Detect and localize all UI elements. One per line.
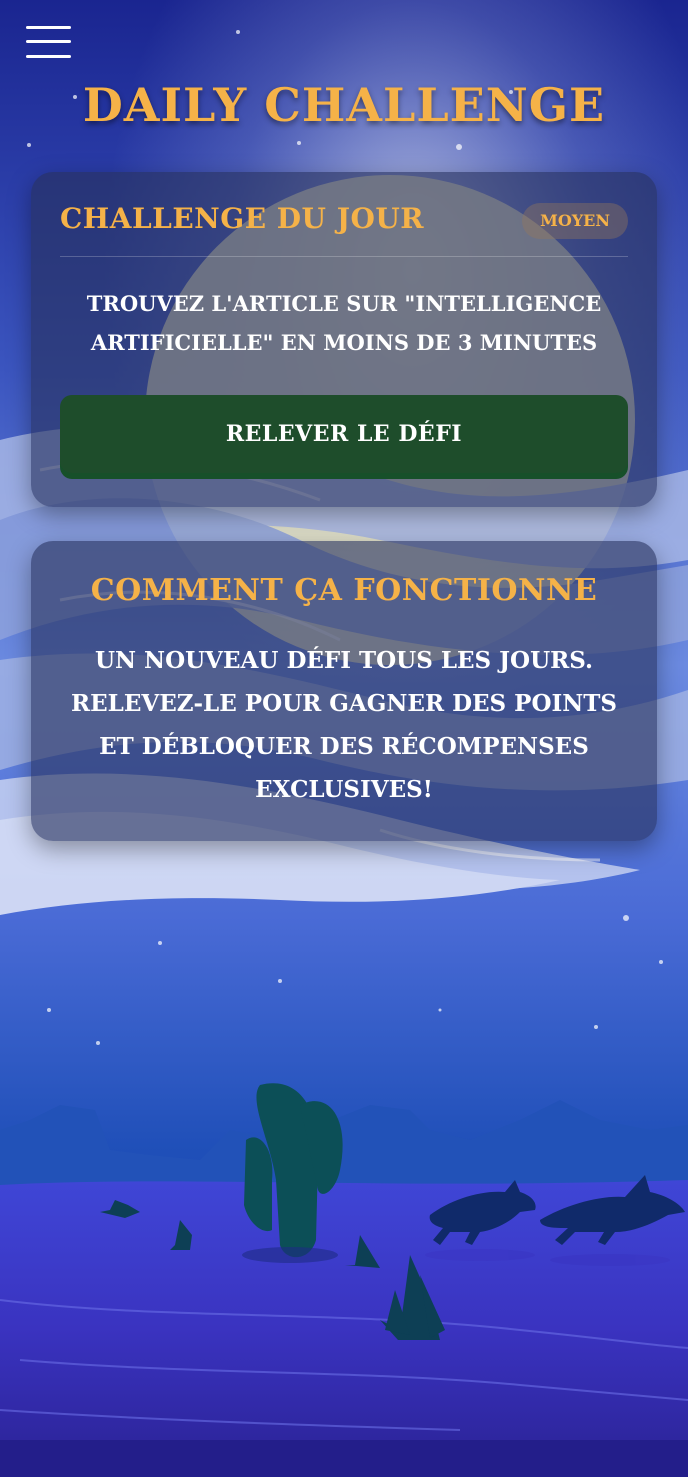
menu-bar-bottom xyxy=(26,55,71,58)
menu-bar-top xyxy=(26,26,71,29)
challenge-description: TROUVEZ L'ARTICLE SUR "INTELLIGENCE ARTI… xyxy=(86,291,602,355)
how-it-works-card: COMMENT ÇA FONCTIONNE UN NOUVEAU DÉFI TO… xyxy=(31,541,657,841)
challenge-card-header: CHALLENGE DU JOUR MOYEN xyxy=(60,200,628,257)
accept-challenge-button[interactable]: RELEVER LE DÉFI xyxy=(60,395,628,473)
how-it-works-title: COMMENT ÇA FONCTIONNE xyxy=(90,573,598,608)
challenge-card-title: CHALLENGE DU JOUR xyxy=(60,202,425,235)
hamburger-menu-icon[interactable] xyxy=(26,26,71,60)
how-it-works-description: UN NOUVEAU DÉFI TOUS LES JOURS. RELEVEZ-… xyxy=(71,647,618,803)
menu-bar-middle xyxy=(26,40,71,43)
page-title: DAILY CHALLENGE xyxy=(82,78,606,132)
difficulty-badge: MOYEN xyxy=(522,203,628,239)
daily-challenge-card: CHALLENGE DU JOUR MOYEN TROUVEZ L'ARTICL… xyxy=(31,172,657,507)
